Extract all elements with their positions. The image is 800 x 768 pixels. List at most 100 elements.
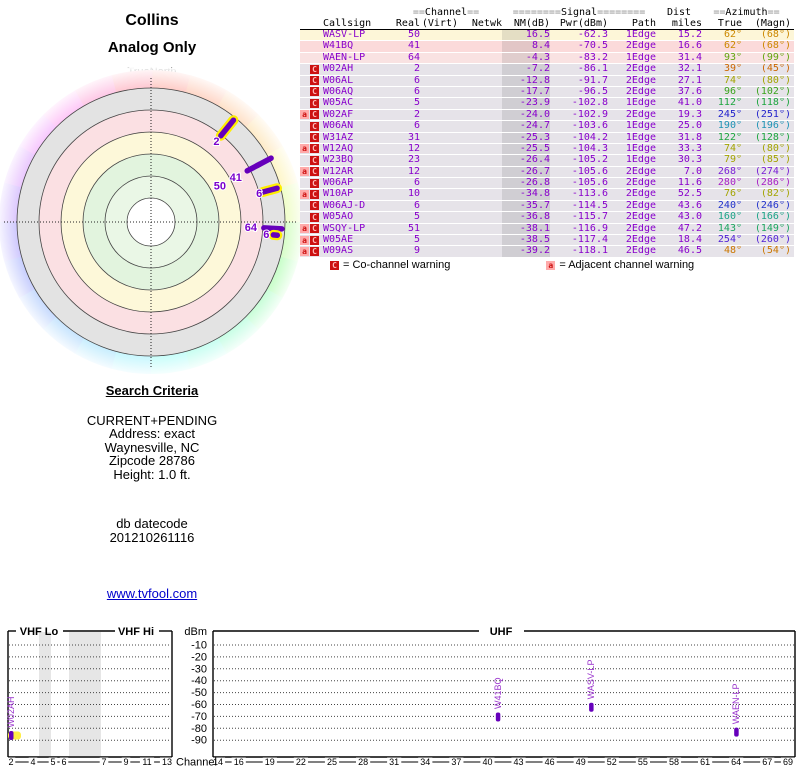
cell-callsign: WAEN-LP <box>323 52 366 63</box>
co-channel-warning-icon: C <box>310 98 319 108</box>
cell-path: 2Edge <box>625 189 656 200</box>
col-virt: (Virt) <box>421 18 458 29</box>
cell-virt-channel <box>420 178 458 188</box>
col-pwr: Pwr(dBm) <box>559 18 608 29</box>
cell-magn-azimuth: (102°) <box>754 86 791 97</box>
cell-nm-db: -39.2 <box>502 246 550 257</box>
group-azimuth: ==Azimuth== <box>713 7 780 18</box>
co-channel-warning-icon: C <box>310 144 319 154</box>
cell-power-dbm: -102.9 <box>571 109 608 120</box>
datecode-label: db datecode <box>116 516 188 531</box>
cell-callsign: WSQY-LP <box>323 223 366 234</box>
cell-network <box>458 41 502 51</box>
cell-path: 1Edge <box>625 98 656 109</box>
col-callsign: Callsign <box>323 18 372 29</box>
cell-real-channel: 6 <box>413 86 420 97</box>
cell-virt-channel <box>420 41 458 51</box>
criteria-line: Waynesville, NC <box>104 439 200 455</box>
table-row: a C W10AP 10 -34.8 -113.6 2Edge 52.5 76° (82°) <box>300 189 794 201</box>
cell-true-azimuth: 143° <box>717 223 742 234</box>
table-row: a C W09AS 9 -39.2 -118.1 2Edge 46.5 48° (54°) <box>300 246 794 258</box>
cell-callsign: W09AS <box>323 246 354 257</box>
x-tick-label: 52 <box>607 757 617 767</box>
cell-miles: 47.2 <box>677 223 702 234</box>
cell-callsign: W12AQ <box>323 143 354 154</box>
tvfool-link[interactable]: www.tvfool.com <box>107 586 197 601</box>
table-row: C W06AJ-D 6 -35.7 -114.5 2Edge 43.6 240° (246°) <box>300 200 794 213</box>
cell-callsign: W12AR <box>323 166 354 177</box>
cell-true-azimuth: 93° <box>723 52 742 63</box>
cell-magn-azimuth: (128°) <box>754 132 791 143</box>
table-row: C W05AO 5 -36.8 -115.7 2Edge 43.0 160° (166°) <box>300 212 794 224</box>
y-axis-unit-label: dBm <box>184 626 207 638</box>
y-tick-label: -80 <box>191 723 207 735</box>
cell-callsign: W06AN <box>323 121 354 132</box>
cell-miles: 30.3 <box>677 155 702 166</box>
cell-callsign: WASV-LP <box>323 30 366 40</box>
cell-path: 2Edge <box>625 178 656 189</box>
signal-bar <box>9 731 14 741</box>
signal-bar <box>734 727 739 737</box>
cell-magn-azimuth: (80°) <box>760 75 791 86</box>
cell-path: 1Edge <box>625 132 656 143</box>
station-channel-label: 6 <box>256 188 262 200</box>
cell-virt-channel <box>420 144 458 154</box>
cell-virt-channel <box>420 110 458 120</box>
x-tick-label: 55 <box>638 757 648 767</box>
cell-path: 1Edge <box>625 52 656 63</box>
col-miles: miles <box>671 18 702 29</box>
polar-title-block: Collins Analog Only <box>0 12 304 56</box>
cell-miles: 25.0 <box>677 121 702 132</box>
cell-magn-azimuth: (45°) <box>760 64 791 75</box>
cell-nm-db: -36.8 <box>502 212 550 223</box>
cell-power-dbm: -105.2 <box>571 155 608 166</box>
cell-network <box>458 201 502 211</box>
cell-real-channel: 5 <box>413 212 420 223</box>
cell-magn-azimuth: (166°) <box>754 212 791 223</box>
station-channel-label: 64 <box>245 222 258 234</box>
warning-legend: C = Co-channel warning a = Adjacent chan… <box>330 259 790 271</box>
cell-path: 2Edge <box>625 75 656 86</box>
y-tick-label: -70 <box>191 711 207 723</box>
cell-callsign: W23BQ <box>323 155 354 166</box>
cell-virt-channel <box>420 133 458 143</box>
cell-true-azimuth: 74° <box>723 75 742 86</box>
band-title-uhf: UHF <box>490 626 513 638</box>
x-tick-label: 58 <box>669 757 679 767</box>
cell-nm-db: -4.3 <box>502 52 550 64</box>
cell-true-azimuth: 268° <box>717 166 742 177</box>
table-row: a C W05AE 5 -38.5 -117.4 2Edge 18.4 254° (260°) <box>300 235 794 247</box>
cell-network <box>458 30 502 40</box>
station-channel-label: 50 <box>214 180 226 192</box>
cell-miles: 32.1 <box>677 64 702 75</box>
cell-true-azimuth: 254° <box>717 235 742 246</box>
col-magn: (Magn) <box>754 18 791 29</box>
co-channel-warning-icon: C <box>310 110 319 120</box>
cell-nm-db: -26.4 <box>502 155 550 166</box>
y-tick-label: -20 <box>191 651 207 663</box>
cell-power-dbm: -113.6 <box>571 189 608 200</box>
cell-magn-azimuth: (82°) <box>760 189 791 200</box>
cell-network <box>458 235 502 245</box>
table-row: C W06AL 6 -12.8 -91.7 2Edge 27.1 74° (80°) <box>300 75 794 87</box>
criteria-line: Address: exact <box>109 426 195 441</box>
cell-callsign: W06AQ <box>323 86 354 97</box>
cell-real-channel: 41 <box>407 41 420 52</box>
criteria-line: Zipcode 28786 <box>108 453 195 468</box>
cell-virt-channel <box>420 189 458 199</box>
cell-power-dbm: -104.3 <box>571 143 608 154</box>
station-table-rows: WASV-LP 50 16.5 -62.3 1Edge 15.2 62° (68°) W41BQ… <box>300 30 794 258</box>
table-row: a C W02AF 2 -24.0 -102.9 2Edge 19.3 245° (251°) <box>300 109 794 122</box>
co-channel-legend-text: = Co-channel warning <box>343 259 451 271</box>
group-dist: Dist <box>666 7 692 18</box>
cell-path: 2Edge <box>625 166 656 177</box>
cell-nm-db: -25.5 <box>502 143 550 155</box>
cell-network <box>458 212 502 222</box>
table-row: a C WSQY-LP 51 -38.1 -116.9 2Edge 47.2 143° (149°… <box>300 223 794 236</box>
co-channel-warning-icon: C <box>310 121 319 131</box>
x-tick-label: 19 <box>265 757 275 767</box>
cell-nm-db: -7.2 <box>502 64 550 75</box>
x-tick-label: 37 <box>451 757 461 767</box>
cell-true-azimuth: 79° <box>723 155 742 166</box>
criteria-line: Height: 1.0 ft. <box>113 466 191 482</box>
